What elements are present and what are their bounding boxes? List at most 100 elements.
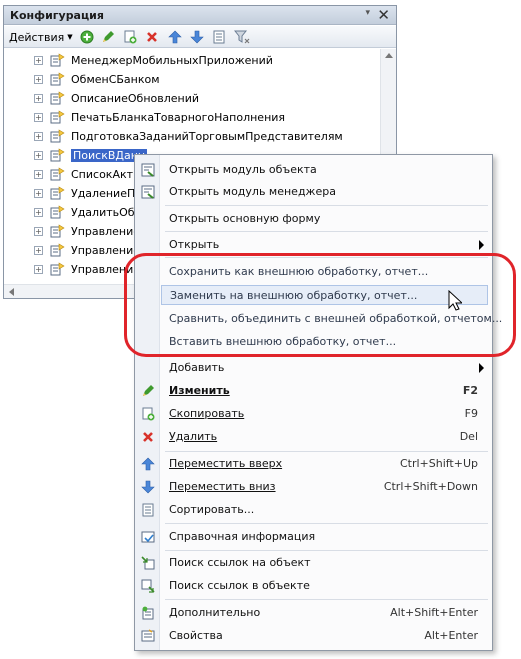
menu-separator <box>165 205 488 206</box>
expand-icon[interactable]: + <box>34 131 43 141</box>
delete-icon[interactable] <box>144 29 160 45</box>
menu-separator <box>165 550 488 551</box>
processing-object-icon <box>50 110 66 124</box>
expand-icon[interactable]: + <box>34 74 43 84</box>
submenu-arrow-icon <box>479 240 484 250</box>
menu-separator <box>165 599 488 600</box>
menu-separator <box>165 523 488 524</box>
expand-icon[interactable]: + <box>34 169 43 179</box>
menu-item-label: Изменить <box>169 384 230 397</box>
menu-item-open[interactable]: Открыть <box>161 235 488 255</box>
expand-icon[interactable]: + <box>34 226 43 236</box>
menu-item-move-down[interactable]: Переместить вниз Ctrl+Shift+Down <box>161 477 488 497</box>
actions-label: Действия <box>9 30 65 44</box>
scroll-left-icon[interactable] <box>9 288 14 296</box>
menu-item-label: Поиск ссылок в объекте <box>169 579 310 592</box>
processing-object-icon <box>50 129 66 143</box>
help-book-icon <box>140 529 156 545</box>
tree-item-label: МенеджерМобильныхПриложений <box>71 53 273 67</box>
menu-shortcut: F9 <box>464 407 478 420</box>
copy-icon[interactable] <box>122 29 138 45</box>
processing-object-icon <box>50 205 66 219</box>
menu-item-label: Удалить <box>169 430 218 443</box>
processing-object-icon <box>50 167 66 181</box>
expand-icon[interactable]: + <box>34 188 43 198</box>
menu-item-edit[interactable]: Изменить F2 <box>161 381 488 401</box>
menu-item-label: Дополнительно <box>169 606 261 619</box>
tree-item-label: Управление <box>71 243 141 257</box>
tree-item[interactable]: + ПечатьБланкаТоварногоНаполнения <box>34 109 285 125</box>
scroll-up-icon[interactable] <box>385 53 393 58</box>
menu-item-add[interactable]: Добавить <box>161 358 488 378</box>
expand-icon[interactable]: + <box>34 93 43 103</box>
menu-item-label: Добавить <box>169 361 225 374</box>
menu-shortcut: Alt+Shift+Enter <box>390 606 478 619</box>
tree-item[interactable]: + МенеджерМобильныхПриложений <box>34 52 273 68</box>
tree-item-label: УдалитьОбр <box>71 205 142 219</box>
menu-item-label: Открыть основную форму <box>169 212 321 225</box>
find-references-in-icon <box>140 578 156 594</box>
menu-item-label: Сортировать... <box>169 503 255 516</box>
module-icon <box>140 184 156 200</box>
list-icon[interactable] <box>211 29 227 45</box>
tree-item[interactable]: + Управление <box>34 242 140 258</box>
expand-icon[interactable]: + <box>34 245 43 255</box>
move-up-icon <box>140 456 156 472</box>
move-down-icon <box>140 479 156 495</box>
title-bar: Конфигурация ▾ ✕ <box>4 6 396 25</box>
close-icon[interactable]: ✕ <box>377 6 390 24</box>
tree-item[interactable]: + Управление <box>34 223 140 239</box>
menu-item-label: Скопировать <box>169 407 245 420</box>
menu-item-copy[interactable]: Скопировать F9 <box>161 404 488 424</box>
menu-item-find-references-in-object[interactable]: Поиск ссылок в объекте <box>161 576 488 596</box>
menu-item-label: Открыть <box>169 238 220 251</box>
actions-menu-button[interactable]: Действия ▼ <box>9 29 73 45</box>
processing-object-icon <box>50 53 66 67</box>
menu-item-open-main-form[interactable]: Открыть основную форму <box>161 209 488 229</box>
add-icon[interactable] <box>79 29 95 45</box>
move-down-icon[interactable] <box>189 29 205 45</box>
delete-icon <box>140 429 156 445</box>
menu-shortcut: Alt+Enter <box>424 629 478 642</box>
advanced-icon <box>140 605 156 621</box>
menu-item-properties[interactable]: Свойства Alt+Enter <box>161 626 488 646</box>
edit-pencil-icon[interactable] <box>100 29 116 45</box>
toolbar: Действия ▼ <box>4 26 396 48</box>
menu-icon-gutter <box>135 155 160 650</box>
menu-item-delete[interactable]: Удалить Del <box>161 427 488 447</box>
context-menu: Открыть модуль объекта Открыть модуль ме… <box>134 154 502 651</box>
menu-item-advanced[interactable]: Дополнительно Alt+Shift+Enter <box>161 603 488 623</box>
menu-shortcut: Ctrl+Shift+Up <box>399 457 478 470</box>
pin-icon[interactable]: ▾ <box>365 8 370 18</box>
tree-item[interactable]: + УдалениеПо <box>34 185 142 201</box>
tree-item[interactable]: + ОписаниеОбновлений <box>34 90 199 106</box>
menu-item-label: Открыть модуль объекта <box>169 163 317 176</box>
tree-item[interactable]: + СписокАктив <box>34 166 147 182</box>
expand-icon[interactable]: + <box>34 112 43 122</box>
processing-object-icon <box>50 72 66 86</box>
filter-icon[interactable] <box>233 29 251 45</box>
menu-item-help[interactable]: Справочная информация <box>161 527 488 547</box>
expand-icon[interactable]: + <box>34 55 43 65</box>
tree-item[interactable]: + ПодготовкаЗаданийТорговымПредставителя… <box>34 128 343 144</box>
copy-icon <box>140 406 156 422</box>
menu-item-open-manager-module[interactable]: Открыть модуль менеджера <box>161 182 488 202</box>
move-up-icon[interactable] <box>167 29 183 45</box>
expand-icon[interactable]: + <box>34 150 43 160</box>
tree-item[interactable]: + Управлени <box>34 261 133 277</box>
menu-item-open-object-module[interactable]: Открыть модуль объекта <box>161 160 488 180</box>
tree-item-selected[interactable]: + ПоискВДанн <box>34 147 148 163</box>
expand-icon[interactable]: + <box>34 264 43 274</box>
find-references-icon <box>140 555 156 571</box>
expand-icon[interactable]: + <box>34 207 43 217</box>
chevron-down-icon: ▼ <box>67 33 73 41</box>
processing-object-icon <box>50 224 66 238</box>
tree-item-label: ПечатьБланкаТоварногоНаполнения <box>71 110 286 124</box>
menu-item-find-references-to-object[interactable]: Поиск ссылок на объект <box>161 553 488 573</box>
tree-item[interactable]: + УдалитьОбр <box>34 204 142 220</box>
tree-item[interactable]: + ОбменСБанком <box>34 71 160 87</box>
tree-item-label: ПодготовкаЗаданийТорговымПредставителям <box>71 129 343 143</box>
menu-item-sort[interactable]: Сортировать... <box>161 500 488 520</box>
menu-item-label: Поиск ссылок на объект <box>169 556 311 569</box>
menu-item-move-up[interactable]: Переместить вверх Ctrl+Shift+Up <box>161 454 488 474</box>
